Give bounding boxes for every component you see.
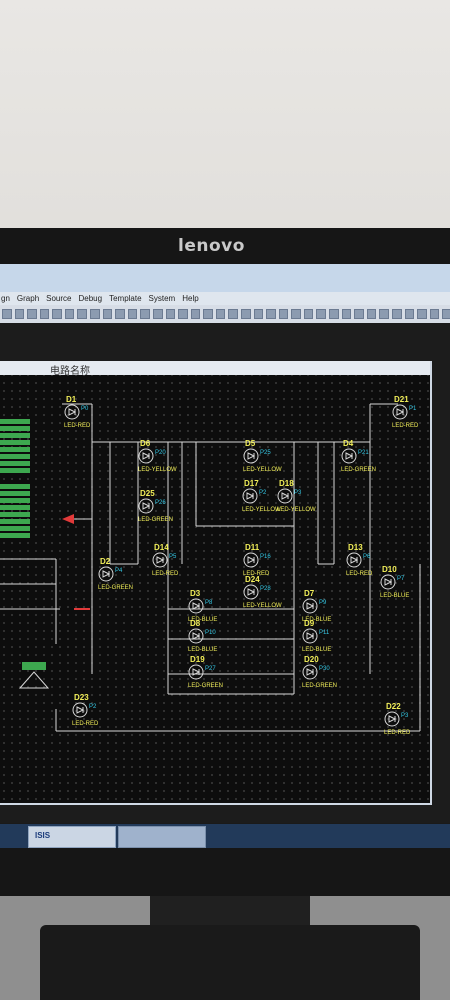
led-pin-label: P7 bbox=[397, 576, 405, 582]
led-d1[interactable]: D1 LED-RED P0 bbox=[64, 395, 91, 429]
led-pin-label: P11 bbox=[319, 630, 330, 636]
led-pin-label: P0 bbox=[81, 406, 89, 412]
led-d17[interactable]: D17 LED-YELLOW P2 bbox=[242, 479, 281, 513]
led-d8[interactable]: D8 LED-BLUE P10 bbox=[188, 619, 217, 653]
taskbar: ISIS bbox=[0, 824, 450, 848]
led-d20[interactable]: D20 LED-GREEN P30 bbox=[302, 655, 337, 689]
led-ref-label: D17 bbox=[244, 479, 259, 488]
led-pin-label: P20 bbox=[155, 450, 166, 456]
monitor-base bbox=[40, 925, 420, 1000]
led-type-label: LED-GREEN bbox=[138, 517, 173, 523]
led-d9[interactable]: D9 LED-BLUE P11 bbox=[302, 619, 331, 653]
led-ref-label: D23 bbox=[74, 693, 89, 702]
led-pin-label: P6 bbox=[363, 554, 371, 560]
led-d14[interactable]: D14 LED-RED P5 bbox=[152, 543, 179, 577]
led-type-label: LED-BLUE bbox=[188, 647, 217, 653]
led-d21[interactable]: D21 LED-RED P1 bbox=[392, 395, 419, 429]
led-type-label: LED-YELLOW bbox=[243, 603, 282, 609]
led-d24[interactable]: D24 LED-YELLOW P28 bbox=[243, 575, 282, 609]
led-pin-label: P9 bbox=[319, 600, 327, 606]
led-d13[interactable]: D13 LED-RED P6 bbox=[346, 543, 373, 577]
led-ref-label: D7 bbox=[304, 589, 315, 598]
led-ref-label: D2 bbox=[100, 557, 111, 566]
led-type-label: LED-YELLOW bbox=[242, 507, 281, 513]
led-pin-label: P25 bbox=[260, 450, 271, 456]
led-ref-label: D8 bbox=[190, 619, 201, 628]
led-d23[interactable]: D23 LED-RED P2 bbox=[72, 693, 99, 727]
led-pin-label: P2 bbox=[259, 490, 267, 496]
led-type-label: LED-RED bbox=[384, 730, 411, 736]
taskbar-app[interactable] bbox=[118, 826, 206, 848]
led-ref-label: D19 bbox=[190, 655, 205, 664]
led-d7[interactable]: D7LED-BLUEP9 bbox=[302, 589, 331, 623]
taskbar-isis[interactable]: ISIS bbox=[28, 826, 116, 848]
led-d10[interactable]: D10 LED-BLUE P7 bbox=[380, 565, 409, 599]
led-ref-label: D21 bbox=[394, 395, 409, 404]
led-pin-label: P5 bbox=[169, 554, 177, 560]
led-pin-label: P10 bbox=[205, 630, 216, 636]
led-d4[interactable]: D4 LED-GREEN P21 bbox=[341, 439, 376, 473]
led-type-label: LED-RED bbox=[152, 571, 179, 577]
led-d18[interactable]: D18 LED-YELLOW P3 bbox=[277, 479, 316, 513]
led-type-label: LED-RED bbox=[392, 423, 419, 429]
led-type-label: LED-YELLOW bbox=[277, 507, 316, 513]
led-ref-label: D14 bbox=[154, 543, 169, 552]
led-pin-label: P3 bbox=[294, 490, 302, 496]
screen: gn Graph Source Debug Template System He… bbox=[0, 264, 450, 848]
led-pin-label: P28 bbox=[260, 586, 271, 592]
led-pin-label: P27 bbox=[205, 666, 216, 672]
led-pin-label: P8 bbox=[205, 600, 213, 606]
led-pin-label: P16 bbox=[260, 554, 271, 560]
led-ref-label: D22 bbox=[386, 702, 401, 711]
led-type-label: LED-GREEN bbox=[341, 467, 376, 473]
led-type-label: LED-BLUE bbox=[302, 647, 331, 653]
led-ref-label: D13 bbox=[348, 543, 363, 552]
led-ref-label: D5 bbox=[245, 439, 256, 448]
led-type-label: LED-GREEN bbox=[98, 585, 133, 591]
led-pin-label: P3 bbox=[401, 713, 409, 719]
led-type-label: LED-GREEN bbox=[302, 683, 337, 689]
led-type-label: LED-GREEN bbox=[188, 683, 223, 689]
led-d5[interactable]: D5 LED-YELLOW P25 bbox=[243, 439, 282, 473]
led-pin-label: P30 bbox=[319, 666, 330, 672]
led-ref-label: D9 bbox=[304, 619, 315, 628]
led-type-label: LED-BLUE bbox=[380, 593, 409, 599]
led-ref-label: D4 bbox=[343, 439, 354, 448]
led-ref-label: D10 bbox=[382, 565, 397, 574]
led-pin-label: P26 bbox=[155, 500, 166, 506]
led-ref-label: D20 bbox=[304, 655, 319, 664]
led-type-label: LED-YELLOW bbox=[138, 467, 177, 473]
led-d6[interactable]: D6 LED-YELLOW P20 bbox=[138, 439, 177, 473]
led-type-label: LED-RED bbox=[346, 571, 373, 577]
led-pin-label: P2 bbox=[89, 704, 97, 710]
led-pin-label: P4 bbox=[115, 568, 123, 574]
led-ref-label: D11 bbox=[245, 543, 260, 552]
led-type-label: LED-RED bbox=[64, 423, 91, 429]
led-d2[interactable]: D2 LED-GREEN P4 bbox=[98, 557, 133, 591]
led-ref-label: D1 bbox=[66, 395, 77, 404]
led-d11[interactable]: D11LED-REDP16 bbox=[243, 543, 271, 577]
led-d25[interactable]: D25 LED-GREEN P26 bbox=[138, 489, 173, 523]
led-ref-label: D18 bbox=[279, 479, 294, 488]
led-d19[interactable]: D19 LED-GREEN P27 bbox=[188, 655, 223, 689]
brand-logo: lenovo bbox=[178, 236, 245, 256]
led-d3[interactable]: D3LED-BLUEP8 bbox=[188, 589, 217, 623]
led-ref-label: D3 bbox=[190, 589, 201, 598]
led-pin-label: P1 bbox=[409, 406, 417, 412]
led-ref-label: D24 bbox=[245, 575, 260, 584]
led-d22[interactable]: D22 LED-RED P3 bbox=[384, 702, 411, 736]
led-ref-label: D6 bbox=[140, 439, 151, 448]
led-ref-label: D25 bbox=[140, 489, 155, 498]
led-layer: D1 LED-RED P0 D21 LED-RED P1 D6 LED-YELLOW P20 D5… bbox=[64, 395, 419, 736]
led-type-label: LED-YELLOW bbox=[243, 467, 282, 473]
led-type-label: LED-RED bbox=[72, 721, 99, 727]
led-pin-label: P21 bbox=[358, 450, 369, 456]
